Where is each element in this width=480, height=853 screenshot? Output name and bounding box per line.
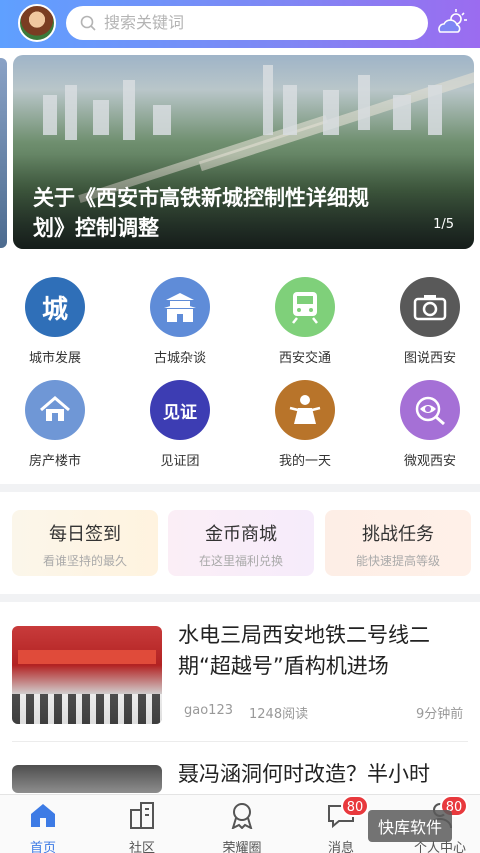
message-badge: 80	[341, 795, 369, 817]
daily-checkin-card[interactable]: 每日签到 看谁坚持的最久	[12, 510, 158, 576]
banner-carousel[interactable]: 关于《西安市高铁新城控制性详细规划》控制调整 1/5	[13, 55, 474, 249]
category-label: 我的一天	[278, 454, 331, 469]
category-micro-xian[interactable]: 微观西安	[382, 380, 478, 469]
banner-title[interactable]: 关于《西安市高铁新城控制性详细规划》控制调整	[33, 183, 393, 243]
category-label: 城市发展	[28, 351, 81, 366]
witness-icon: 见证	[150, 380, 210, 440]
section-divider	[0, 594, 480, 602]
category-picture-xian[interactable]: 图说西安	[382, 277, 478, 366]
tab-label: 荣耀圈	[222, 841, 262, 853]
card-title: 每日签到	[49, 524, 121, 545]
card-subtitle: 能快速提高等级	[355, 554, 440, 568]
card-title: 金币商城	[205, 524, 277, 545]
person-icon	[275, 380, 335, 440]
news-thumbnail[interactable]	[12, 626, 162, 724]
news-title[interactable]: 聂冯涵洞何时改造？半小时	[178, 759, 470, 793]
card-subtitle: 在这里福利兑换	[198, 554, 283, 568]
previous-banner-peek[interactable]	[0, 58, 7, 248]
weather-icon[interactable]	[436, 8, 468, 38]
news-time: 9分钟前	[416, 707, 464, 722]
search-input[interactable]: 搜索关键词	[66, 6, 428, 40]
search-icon	[80, 15, 96, 31]
category-label: 房产楼市	[28, 454, 81, 469]
watermark: 快库软件	[368, 810, 453, 842]
news-thumbnail[interactable]	[12, 765, 162, 793]
banner-pager: 1/5	[433, 217, 454, 232]
card-title: 挑战任务	[362, 524, 434, 545]
honor-circle-icon	[231, 803, 253, 830]
category-witness-group[interactable]: 见证 见证团	[132, 380, 228, 469]
tab-home[interactable]: 首页	[3, 801, 83, 853]
search-placeholder: 搜索关键词	[104, 13, 185, 32]
house-icon	[25, 380, 85, 440]
home-icon	[31, 804, 55, 827]
category-real-estate[interactable]: 房产楼市	[7, 380, 103, 469]
category-label: 西安交通	[278, 351, 331, 366]
tab-honor-circle[interactable]: 荣耀圈	[202, 801, 282, 853]
news-author[interactable]: gao123	[184, 703, 233, 718]
tab-label: 社区	[128, 841, 155, 853]
tab-community[interactable]: 社区	[102, 801, 182, 853]
coin-mall-card[interactable]: 金币商城 在这里福利兑换	[168, 510, 314, 576]
category-label: 图说西安	[403, 351, 456, 366]
news-separator	[12, 741, 468, 742]
category-label: 古城杂谈	[153, 351, 206, 366]
section-divider	[0, 484, 480, 492]
tab-label: 首页	[29, 841, 56, 853]
avatar[interactable]	[18, 4, 56, 42]
train-icon	[275, 277, 335, 337]
category-label: 见证团	[160, 454, 200, 469]
gate-tower-icon	[150, 277, 210, 337]
top-bar: 搜索关键词	[0, 0, 480, 48]
category-xian-transport[interactable]: 西安交通	[257, 277, 353, 366]
camera-icon	[400, 277, 460, 337]
eye-icon	[400, 380, 460, 440]
card-subtitle: 看谁坚持的最久	[42, 554, 127, 568]
buildings-icon	[130, 802, 154, 829]
category-old-city-talk[interactable]: 古城杂谈	[132, 277, 228, 366]
category-my-day[interactable]: 我的一天	[257, 380, 353, 469]
category-city-development[interactable]: 城 城市发展	[7, 277, 103, 366]
category-label: 微观西安	[403, 454, 456, 469]
news-title[interactable]: 水电三局西安地铁二号线二期“超越号”盾构机进场	[178, 620, 470, 682]
challenge-task-card[interactable]: 挑战任务 能快速提高等级	[325, 510, 471, 576]
city-icon: 城	[25, 277, 85, 337]
news-reads: 1248阅读	[249, 707, 309, 722]
